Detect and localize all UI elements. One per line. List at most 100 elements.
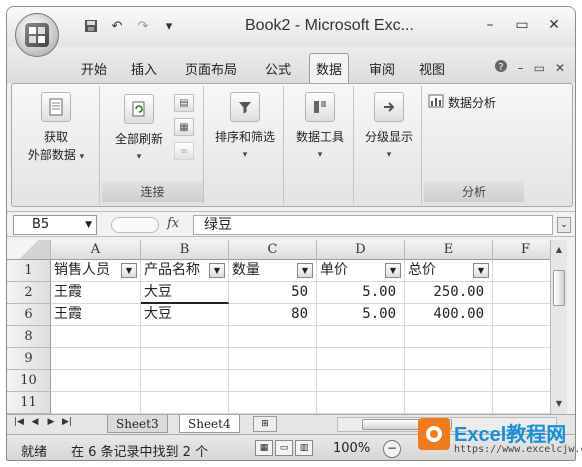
help-icon[interactable]: ?: [494, 59, 508, 76]
tab-view[interactable]: 视图: [413, 55, 451, 81]
scroll-down-icon[interactable]: ▼: [553, 398, 565, 410]
table-cell[interactable]: [405, 348, 493, 370]
table-cell[interactable]: [141, 326, 229, 348]
column-header-d[interactable]: D: [317, 240, 405, 260]
column-header-b[interactable]: B: [141, 240, 229, 260]
tab-formulas[interactable]: 公式: [259, 55, 297, 81]
expand-formula-bar-icon[interactable]: ⌄: [557, 217, 571, 233]
table-cell[interactable]: [141, 392, 229, 414]
table-cell[interactable]: [51, 348, 141, 370]
office-button[interactable]: [15, 13, 59, 57]
filter-dropdown-icon[interactable]: ▼: [385, 263, 401, 278]
table-cell[interactable]: 250.00: [405, 282, 493, 304]
undo-icon[interactable]: ↶: [107, 17, 127, 35]
row-header[interactable]: 6: [7, 304, 51, 326]
table-cell[interactable]: [229, 348, 317, 370]
row-header[interactable]: 10: [7, 370, 51, 392]
table-cell[interactable]: [317, 370, 405, 392]
table-cell[interactable]: 王霞: [51, 304, 141, 326]
table-cell[interactable]: [229, 392, 317, 414]
filter-dropdown-icon[interactable]: ▼: [473, 263, 489, 278]
first-sheet-icon[interactable]: |◀: [13, 417, 25, 427]
table-cell[interactable]: [317, 326, 405, 348]
filter-applied-icon[interactable]: ▼: [209, 263, 225, 278]
table-cell[interactable]: [405, 392, 493, 414]
edit-links-icon[interactable]: ∞: [174, 142, 194, 160]
tab-insert[interactable]: 插入: [125, 55, 163, 81]
get-external-data-button[interactable]: 获取 外部数据 ▾: [18, 92, 94, 166]
table-cell[interactable]: 50: [229, 282, 317, 304]
header-cell-quantity[interactable]: 数量 ▼: [229, 260, 317, 282]
data-tools-button[interactable]: 数据工具 ▾: [288, 92, 352, 164]
tab-review[interactable]: 审阅: [363, 55, 401, 81]
insert-function-icon[interactable]: fx: [167, 216, 179, 231]
table-cell[interactable]: 王霞: [51, 282, 141, 304]
filter-dropdown-icon[interactable]: ▼: [297, 263, 313, 278]
row-header[interactable]: 11: [7, 392, 51, 414]
close-icon[interactable]: ✕: [541, 15, 567, 35]
data-analysis-button[interactable]: 数据分析: [428, 94, 496, 111]
table-cell[interactable]: [51, 326, 141, 348]
table-cell[interactable]: 400.00: [405, 304, 493, 326]
last-sheet-icon[interactable]: ▶|: [61, 417, 73, 427]
redo-icon[interactable]: ↷: [133, 17, 153, 35]
ribbon-minimize-icon[interactable]: –: [518, 61, 524, 75]
outline-button[interactable]: 分级显示 ▾: [358, 92, 420, 164]
next-sheet-icon[interactable]: ▶: [45, 417, 57, 427]
table-cell[interactable]: 大豆: [141, 282, 229, 304]
table-cell[interactable]: [51, 370, 141, 392]
scroll-up-icon[interactable]: ▲: [553, 244, 565, 256]
name-box[interactable]: B5 ▼: [13, 215, 97, 235]
header-cell-unit-price[interactable]: 单价 ▼: [317, 260, 405, 282]
tab-page-layout[interactable]: 页面布局: [179, 55, 243, 81]
tab-home[interactable]: 开始: [75, 55, 113, 81]
zoom-out-icon[interactable]: −: [383, 440, 401, 458]
normal-view-icon[interactable]: ▦: [255, 440, 273, 456]
column-header-e[interactable]: E: [405, 240, 493, 260]
row-header[interactable]: 1: [7, 260, 51, 282]
page-break-view-icon[interactable]: ▥: [295, 440, 313, 456]
scroll-thumb[interactable]: [553, 270, 565, 306]
page-layout-view-icon[interactable]: ▭: [275, 440, 293, 456]
filter-applied-icon[interactable]: ▼: [121, 263, 137, 278]
prev-sheet-icon[interactable]: ◀: [29, 417, 41, 427]
formula-input[interactable]: 绿豆: [193, 215, 553, 235]
formula-toggle[interactable]: [111, 217, 159, 233]
ribbon-restore-icon[interactable]: ▭: [534, 61, 545, 75]
table-cell[interactable]: [317, 348, 405, 370]
table-cell[interactable]: [229, 370, 317, 392]
table-cell[interactable]: 80: [229, 304, 317, 326]
table-cell[interactable]: [405, 326, 493, 348]
properties-icon[interactable]: ▦: [174, 118, 194, 136]
table-cell[interactable]: [141, 348, 229, 370]
ribbon-close-icon[interactable]: ✕: [555, 61, 565, 75]
header-cell-total[interactable]: 总价 ▼: [405, 260, 493, 282]
zoom-level[interactable]: 100%: [333, 441, 370, 456]
insert-sheet-icon[interactable]: ⊞: [253, 416, 277, 432]
tab-data[interactable]: 数据: [309, 53, 350, 83]
dropdown-arrow-icon[interactable]: ▼: [85, 216, 92, 234]
connections-icon[interactable]: ▤: [174, 94, 194, 112]
table-cell[interactable]: [51, 392, 141, 414]
refresh-all-button[interactable]: 全部刷新 ▾: [106, 92, 172, 166]
table-cell[interactable]: 5.00: [317, 304, 405, 326]
minimize-icon[interactable]: –: [477, 15, 503, 35]
header-cell-product-name[interactable]: 产品名称 ▼: [141, 260, 229, 282]
select-all-corner[interactable]: [7, 240, 51, 260]
column-header-a[interactable]: A: [51, 240, 141, 260]
vertical-scrollbar[interactable]: ▲ ▼: [550, 240, 567, 414]
table-cell[interactable]: [141, 370, 229, 392]
table-cell[interactable]: [317, 392, 405, 414]
sort-filter-button[interactable]: 排序和筛选 ▾: [208, 92, 282, 164]
sheet-tab-sheet4[interactable]: Sheet4: [179, 415, 240, 433]
row-header[interactable]: 8: [7, 326, 51, 348]
table-cell[interactable]: [229, 326, 317, 348]
row-header[interactable]: 2: [7, 282, 51, 304]
table-cell[interactable]: [405, 370, 493, 392]
save-icon[interactable]: [81, 17, 101, 35]
table-cell[interactable]: 5.00: [317, 282, 405, 304]
column-header-c[interactable]: C: [229, 240, 317, 260]
restore-icon[interactable]: ▭: [509, 15, 535, 35]
sheet-tab-sheet3[interactable]: Sheet3: [107, 415, 168, 433]
header-cell-sales-person[interactable]: 销售人员 ▼: [51, 260, 141, 282]
